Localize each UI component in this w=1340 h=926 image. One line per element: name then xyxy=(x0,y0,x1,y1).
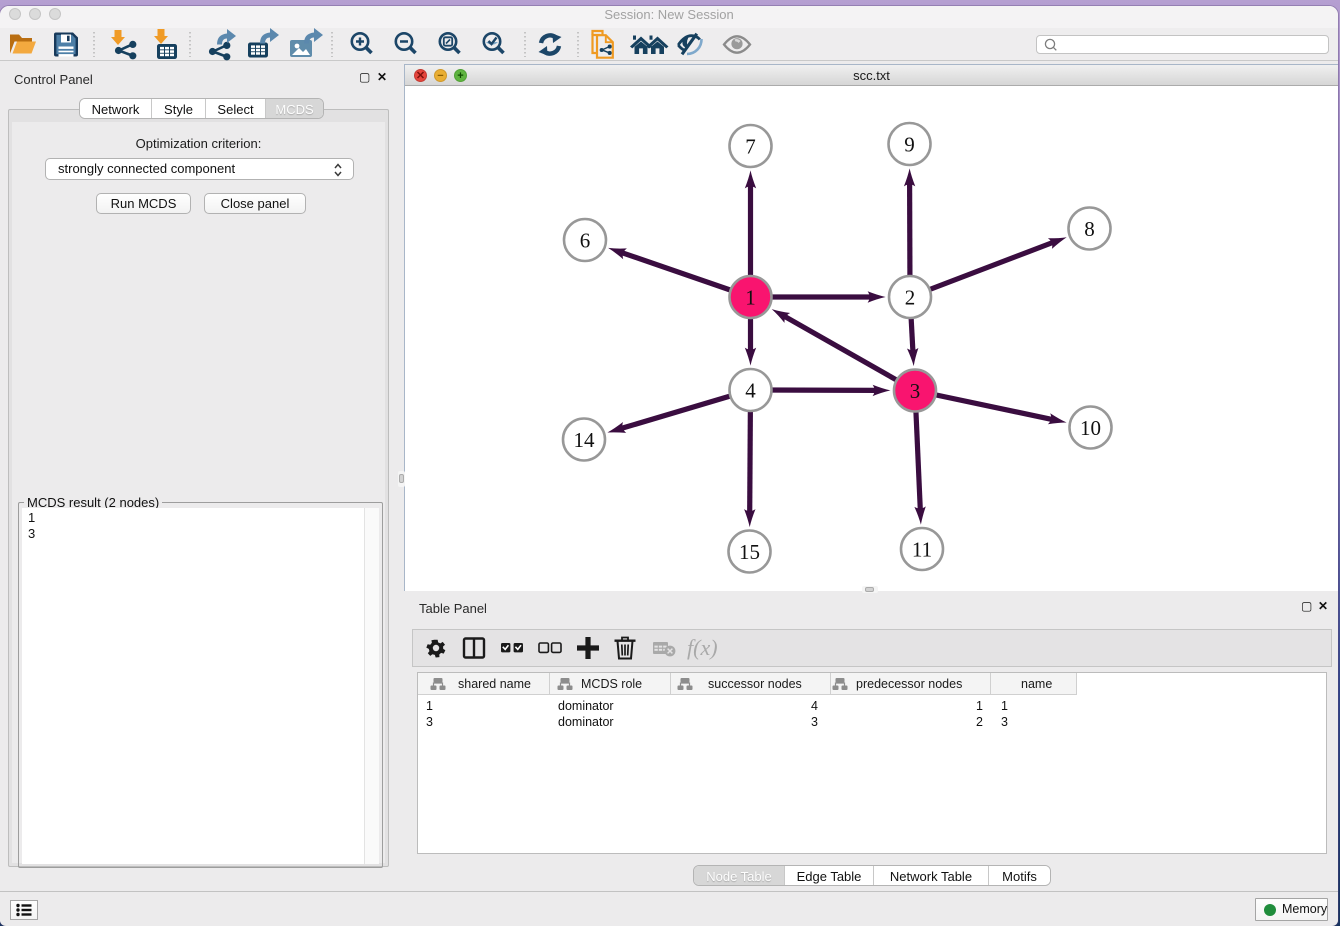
svg-text:1: 1 xyxy=(745,286,756,310)
svg-text:6: 6 xyxy=(580,229,591,253)
svg-text:2: 2 xyxy=(905,286,916,310)
svg-text:11: 11 xyxy=(912,538,932,562)
svg-text:7: 7 xyxy=(745,135,756,159)
svg-text:shared name: shared name xyxy=(458,677,531,691)
svg-text:15: 15 xyxy=(739,540,760,564)
svg-text:9: 9 xyxy=(904,133,915,157)
svg-text:10: 10 xyxy=(1080,416,1101,440)
svg-text:f(x): f(x) xyxy=(687,635,718,660)
svg-text:name: name xyxy=(1021,677,1052,691)
svg-text:8: 8 xyxy=(1084,217,1095,241)
svg-text:MCDS role: MCDS role xyxy=(581,677,642,691)
svg-text:3: 3 xyxy=(910,379,921,403)
svg-text:predecessor nodes: predecessor nodes xyxy=(856,677,962,691)
svg-text:14: 14 xyxy=(574,428,596,452)
svg-text:successor nodes: successor nodes xyxy=(708,677,802,691)
svg-text:4: 4 xyxy=(745,379,756,403)
